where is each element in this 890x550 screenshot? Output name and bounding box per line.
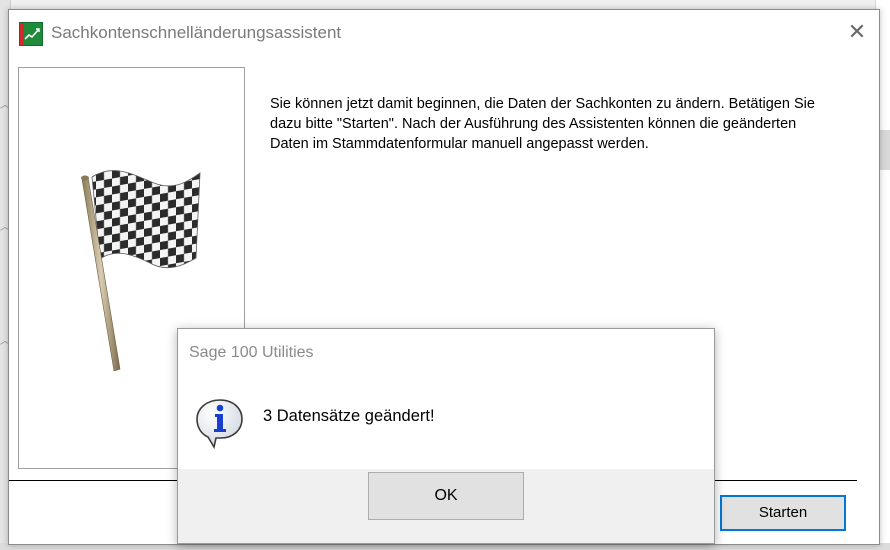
info-speech-bubble-icon — [196, 399, 243, 449]
wizard-titlebar: Sachkontenschnelländerungsassistent ✕ — [9, 10, 879, 56]
message-body: 3 Datensätze geändert! — [178, 375, 714, 469]
start-button[interactable]: Starten — [720, 495, 846, 531]
sage-chart-icon — [19, 22, 43, 46]
instruction-text: Sie können jetzt damit beginnen, die Dat… — [270, 96, 815, 152]
ok-button[interactable]: OK — [368, 472, 524, 520]
message-title: Sage 100 Utilities — [189, 344, 314, 361]
message-dialog: Sage 100 Utilities 3 Datensätze geändert… — [177, 328, 715, 544]
message-titlebar: Sage 100 Utilities — [178, 329, 714, 375]
message-text: 3 Datensätze geändert! — [263, 407, 435, 425]
close-icon: ✕ — [847, 19, 867, 44]
wizard-title: Sachkontenschnelländerungsassistent — [51, 23, 342, 42]
close-button[interactable]: ✕ — [845, 20, 869, 44]
